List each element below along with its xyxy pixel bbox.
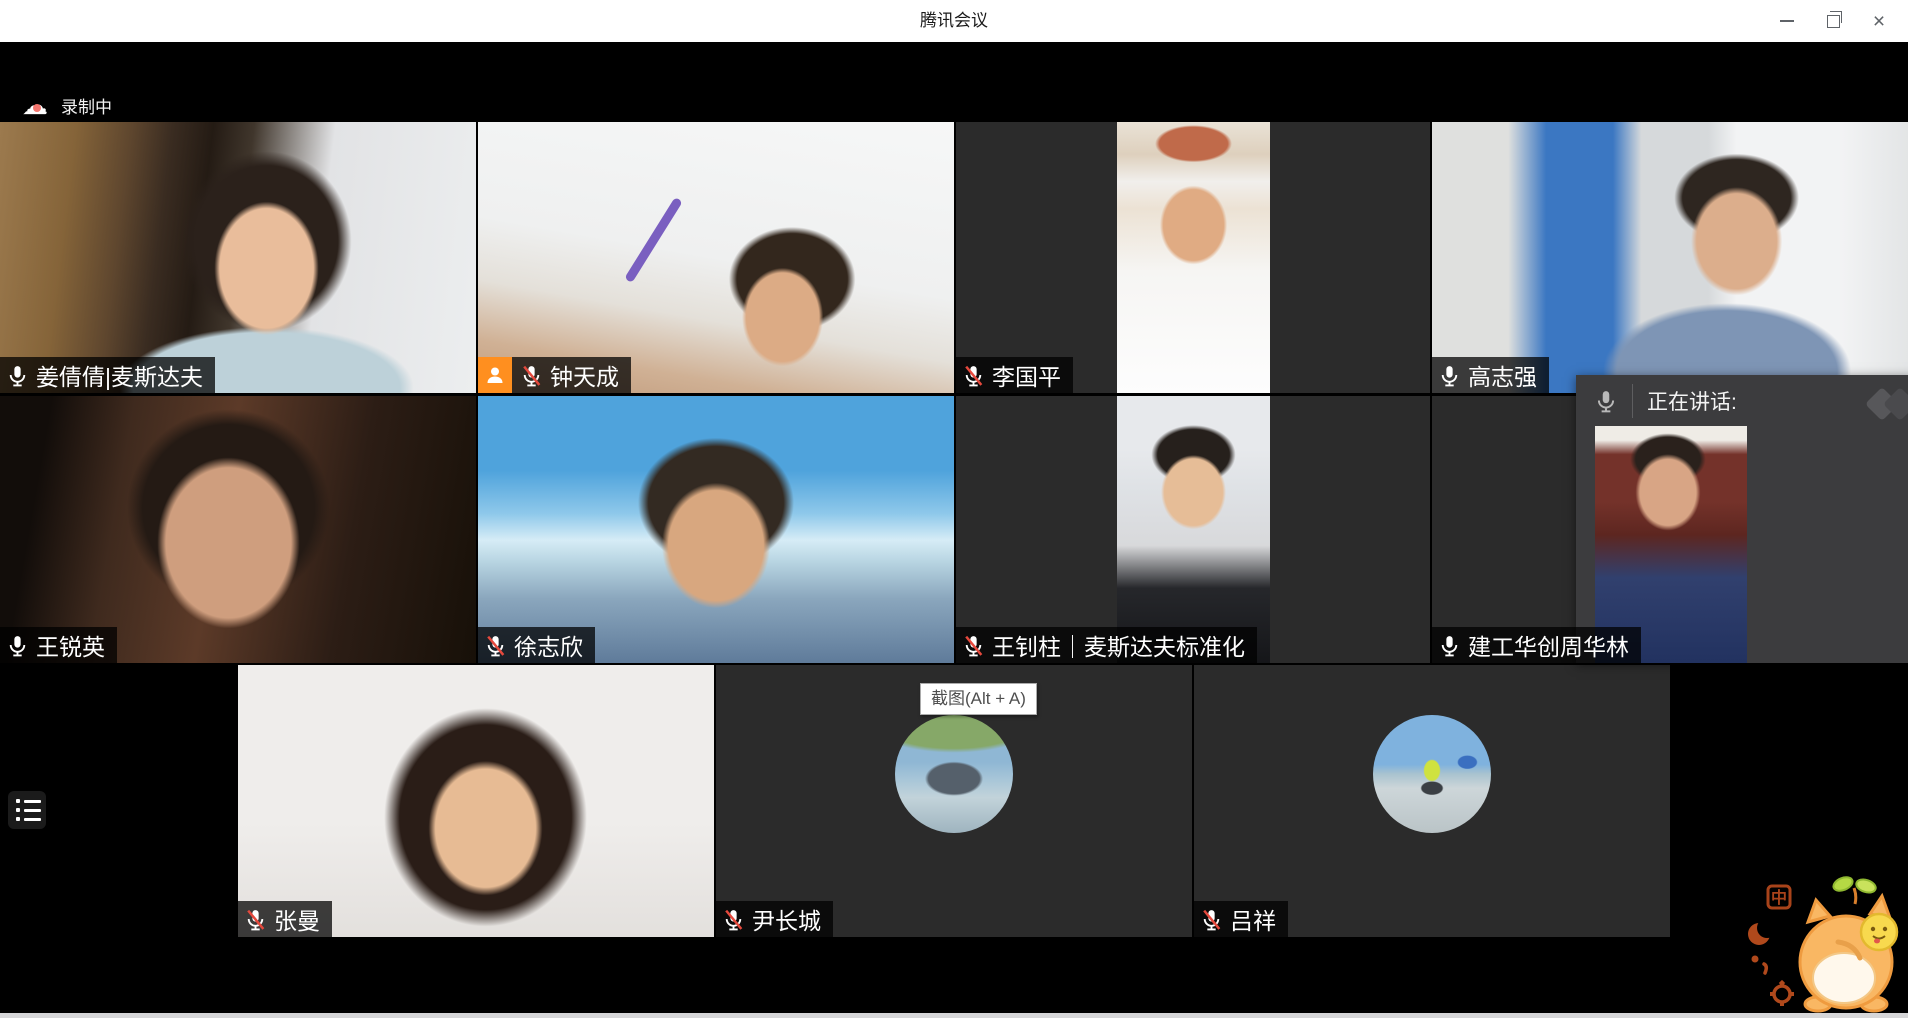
close-button[interactable]: × <box>1856 0 1902 42</box>
participant-name-label: 钟天成 <box>478 357 631 393</box>
video-tile[interactable]: 徐志欣 <box>478 396 954 663</box>
participant-name-label: 建工华创周华林 <box>1432 627 1641 663</box>
participant-video <box>1432 122 1908 393</box>
video-tile[interactable]: 王锐英 <box>0 396 476 663</box>
video-tile[interactable]: 王钊柱｜麦斯达夫标准化 <box>956 396 1430 663</box>
participant-name: 吕祥 <box>1230 902 1276 936</box>
mic-status-icon <box>520 364 543 387</box>
mic-status-icon <box>6 364 29 387</box>
recording-indicator: ☁ 录制中 <box>22 92 112 118</box>
mascot-body <box>1800 875 1897 1011</box>
mic-status-icon <box>1438 364 1461 387</box>
participant-name-label: 徐志欣 <box>478 627 595 663</box>
mic-status-icon <box>1200 908 1223 931</box>
participant-video <box>0 396 476 663</box>
participant-name-label: 吕祥 <box>1194 901 1288 937</box>
screenshot-tooltip: 截图(Alt + A) <box>920 683 1037 715</box>
participant-name: 姜倩倩|麦斯达夫 <box>36 358 203 392</box>
mic-status-icon <box>722 908 745 931</box>
restore-icon <box>1827 15 1840 28</box>
participant-name: 尹长城 <box>752 902 821 936</box>
now-speaking-label: 正在讲话: <box>1647 386 1737 416</box>
participant-name-label: 张曼 <box>238 901 332 937</box>
mic-status-icon <box>962 364 985 387</box>
window-bottom-edge <box>0 1013 1908 1018</box>
video-tile[interactable]: 姜倩倩|麦斯达夫 <box>0 122 476 393</box>
mic-icon <box>1594 389 1618 413</box>
participant-video <box>1117 396 1270 663</box>
participant-video <box>0 122 476 393</box>
mic-status-icon <box>1438 634 1461 657</box>
video-tile[interactable]: 吕祥 <box>1194 665 1670 937</box>
meeting-logo-icon <box>1866 387 1908 421</box>
participant-avatar <box>1373 715 1491 833</box>
participant-video <box>478 122 954 393</box>
participant-name: 王锐英 <box>36 628 105 662</box>
now-speaking-header: 正在讲话: <box>1576 375 1908 426</box>
mic-status-icon <box>244 908 267 931</box>
recording-label: 录制中 <box>61 93 112 118</box>
participant-name-label: 姜倩倩|麦斯达夫 <box>0 357 215 393</box>
video-tile[interactable]: 张曼 <box>238 665 714 937</box>
participant-video <box>238 665 714 937</box>
mic-status-icon <box>962 634 985 657</box>
participant-name: 李国平 <box>992 358 1061 392</box>
participant-name: 建工华创周华林 <box>1468 628 1629 662</box>
participant-avatar <box>895 715 1013 833</box>
restore-button[interactable] <box>1810 0 1856 42</box>
participant-name-label: 李国平 <box>956 357 1073 393</box>
title-bar: 腾讯会议 × <box>0 0 1908 42</box>
now-speaking-panel[interactable]: 正在讲话: <box>1576 375 1908 663</box>
participant-name: 高志强 <box>1468 358 1537 392</box>
participant-name-label: 王钊柱｜麦斯达夫标准化 <box>956 627 1257 663</box>
participant-name-label: 高志强 <box>1432 357 1549 393</box>
ime-status-icons: 中 <box>1748 886 1794 1006</box>
participant-list-button[interactable] <box>8 791 46 829</box>
mic-status-icon <box>484 634 507 657</box>
video-tile[interactable]: 李国平 <box>956 122 1430 393</box>
participant-name: 钟天成 <box>550 358 619 392</box>
participant-name: 徐志欣 <box>514 628 583 662</box>
minimize-icon <box>1780 20 1794 22</box>
participant-name-label: 王锐英 <box>0 627 117 663</box>
participant-name: 张曼 <box>274 902 320 936</box>
close-icon: × <box>1873 11 1885 32</box>
video-tile[interactable]: 高志强 <box>1432 122 1908 393</box>
cloud-recording-icon: ☁ <box>22 92 52 118</box>
minimize-button[interactable] <box>1764 0 1810 42</box>
window-title: 腾讯会议 <box>0 0 1908 42</box>
divider <box>1632 384 1633 418</box>
host-badge-icon <box>478 357 512 393</box>
participant-video <box>1117 122 1270 393</box>
meeting-window: 腾讯会议 × ☁ 录制中 姜倩倩|麦斯达夫 <box>0 0 1908 1018</box>
participant-video <box>478 396 954 663</box>
svg-text:中: 中 <box>1771 888 1787 907</box>
participant-name: 王钊柱｜麦斯达夫标准化 <box>992 628 1245 662</box>
mic-status-icon <box>6 634 29 657</box>
ime-mascot[interactable]: 中 <box>1742 870 1908 1014</box>
window-controls: × <box>1764 0 1902 42</box>
video-tile[interactable]: 钟天成 <box>478 122 954 393</box>
participant-name-label: 尹长城 <box>716 901 833 937</box>
